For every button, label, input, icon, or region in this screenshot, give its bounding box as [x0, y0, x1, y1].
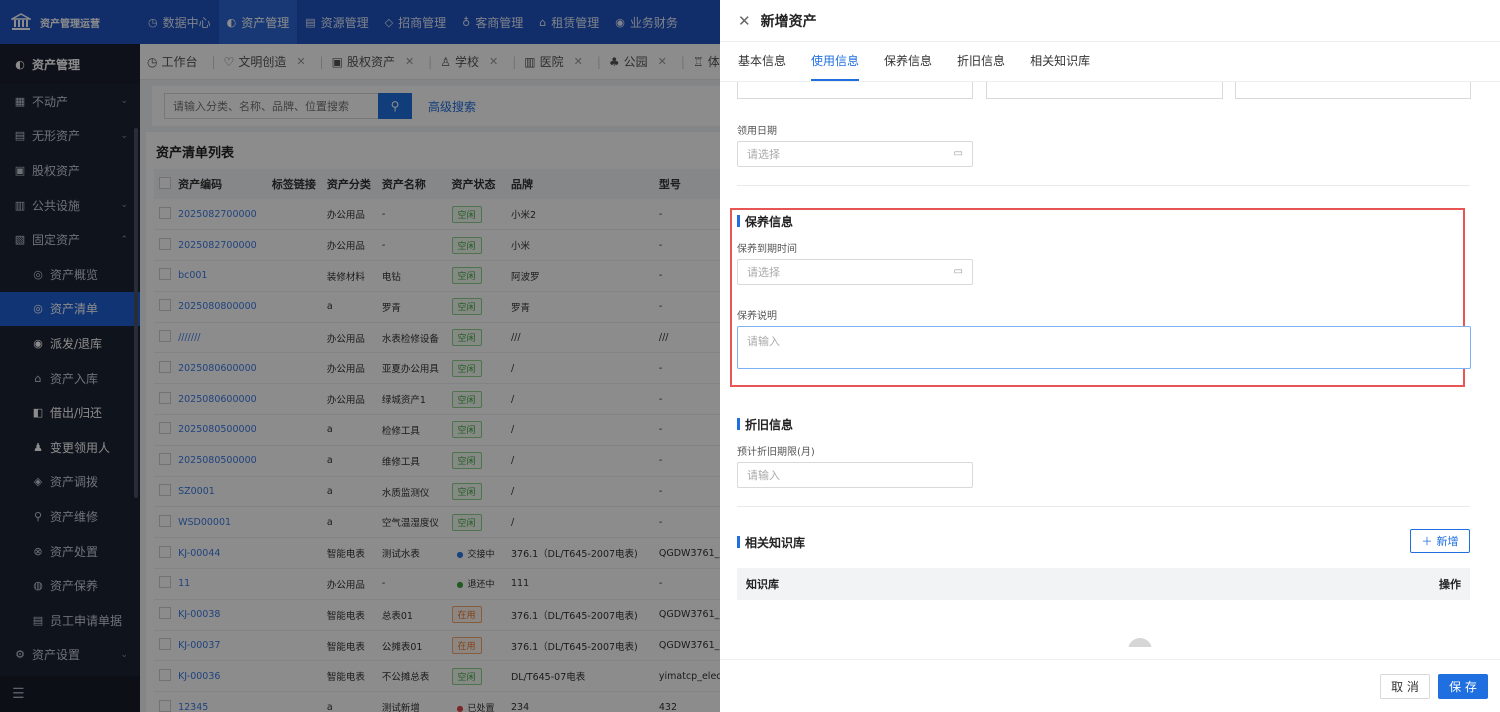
knowledge-col-name: 知识库 [746, 578, 779, 591]
drawer-title: 新增资产 [760, 13, 817, 30]
knowledge-table-header: 知识库 操作 [737, 568, 1470, 600]
maintenance-expire-placeholder: 请选择 [747, 266, 780, 279]
usage-date-picker[interactable]: 请选择 ▭ [737, 141, 973, 167]
usage-date-label: 领用日期 [737, 126, 777, 137]
drawer-tab[interactable]: 基本信息 [738, 52, 786, 81]
cancel-button[interactable]: 取 消 [1380, 674, 1430, 699]
add-knowledge-button[interactable]: ＋ 新增 [1410, 529, 1470, 553]
close-icon[interactable]: ✕ [738, 12, 751, 30]
empty-state-icon [1128, 638, 1152, 647]
calendar-icon: ▭ [953, 148, 963, 159]
usage-date-placeholder: 请选择 [747, 148, 780, 161]
drawer-tab[interactable]: 使用信息 [811, 52, 860, 81]
truncated-field[interactable] [986, 82, 1223, 99]
depreciation-period-placeholder: 请输入 [747, 469, 780, 482]
add-knowledge-label: 新增 [1436, 535, 1459, 548]
truncated-field[interactable] [737, 82, 973, 99]
maintenance-expire-label: 保养到期时间 [737, 244, 797, 255]
drawer-tab[interactable]: 折旧信息 [957, 52, 1005, 81]
knowledge-section-title: 相关知识库 [737, 534, 805, 551]
depreciation-period-input[interactable]: 请输入 [737, 462, 973, 488]
drawer-footer: 取 消 保 存 [720, 659, 1500, 712]
modal-overlay[interactable] [0, 0, 720, 712]
plus-icon: ＋ [1421, 535, 1433, 548]
maintenance-desc-textarea[interactable]: 请输入 [737, 326, 1471, 369]
maintenance-expire-picker[interactable]: 请选择 ▭ [737, 259, 973, 285]
drawer-body: 领用日期 请选择 ▭ 保养信息 保养到期时间 请选择 ▭ 保养说明 请输入 折旧… [720, 82, 1500, 647]
save-button[interactable]: 保 存 [1438, 674, 1488, 699]
divider [737, 185, 1470, 186]
depreciation-period-label: 预计折旧期限(月) [737, 447, 815, 458]
drawer-tab[interactable]: 相关知识库 [1030, 52, 1090, 81]
depreciation-section-title: 折旧信息 [737, 416, 793, 433]
knowledge-col-op: 操作 [1439, 578, 1461, 591]
divider [737, 506, 1470, 507]
maintenance-desc-label: 保养说明 [737, 311, 777, 322]
drawer-tab[interactable]: 保养信息 [884, 52, 932, 81]
maintenance-section-title: 保养信息 [737, 213, 793, 230]
drawer-header: ✕ 新增资产 [720, 0, 1500, 42]
new-asset-drawer: ✕ 新增资产 基本信息 使用信息 保养信息 折旧信息 相关知识库 领用日期 请选择 ▭ … [720, 0, 1500, 712]
drawer-tabs: 基本信息 使用信息 保养信息 折旧信息 相关知识库 [720, 42, 1500, 82]
calendar-icon: ▭ [953, 266, 963, 277]
maintenance-desc-placeholder: 请输入 [747, 335, 780, 348]
truncated-field[interactable] [1235, 82, 1471, 99]
